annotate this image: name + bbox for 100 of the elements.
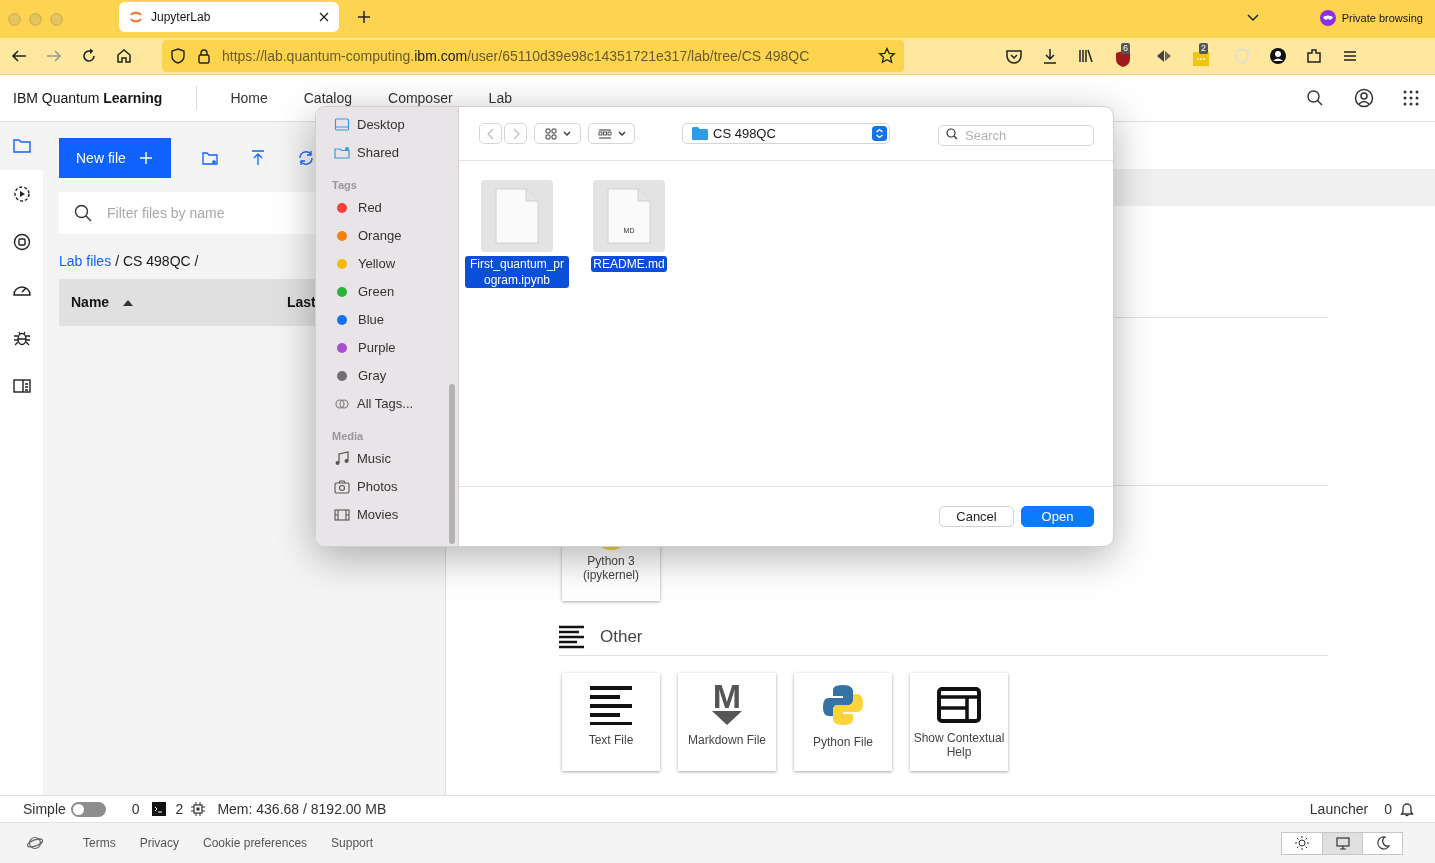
side-panel-icon[interactable] bbox=[11, 376, 32, 396]
library-icon[interactable] bbox=[1077, 47, 1095, 65]
shared-folder-icon bbox=[334, 145, 350, 161]
document-icon bbox=[607, 188, 651, 244]
search-field[interactable]: Search bbox=[938, 125, 1094, 146]
sidebar-item[interactable]: Photos bbox=[316, 473, 458, 501]
note-extension-button[interactable]: 2 bbox=[1191, 43, 1215, 69]
sidebar-item[interactable]: Yellow bbox=[316, 250, 458, 278]
theme-toggle-button[interactable] bbox=[1282, 832, 1322, 854]
new-tab-icon[interactable] bbox=[357, 10, 371, 24]
sidebar-item[interactable]: Shared bbox=[316, 139, 458, 167]
sun-icon bbox=[1294, 835, 1310, 851]
sidebar-item[interactable]: Green bbox=[316, 278, 458, 306]
folder-icon[interactable] bbox=[11, 136, 32, 156]
sidebar-heading: Tags bbox=[331, 178, 358, 193]
account-icon[interactable] bbox=[1269, 47, 1287, 65]
search-icon[interactable] bbox=[1306, 89, 1324, 107]
moon-icon bbox=[1374, 835, 1391, 851]
breadcrumb-link[interactable]: Lab files bbox=[59, 251, 112, 269]
app-grid-icon[interactable] bbox=[1402, 89, 1420, 107]
folder-dropdown[interactable]: CS 498QC bbox=[682, 123, 890, 144]
column-header[interactable]: Name bbox=[71, 292, 110, 313]
kernel-count: 2 bbox=[175, 799, 184, 819]
nav-link[interactable]: Lab bbox=[488, 87, 512, 109]
sort-up-icon[interactable] bbox=[123, 299, 134, 306]
new-folder-icon[interactable] bbox=[201, 149, 219, 167]
close-icon[interactable] bbox=[319, 12, 329, 22]
theme-toggle-button[interactable] bbox=[1362, 832, 1402, 854]
shield-icon bbox=[170, 48, 186, 64]
layout-icon bbox=[937, 686, 981, 723]
shield-extension-button[interactable]: 6 bbox=[1113, 43, 1137, 69]
refresh-icon[interactable] bbox=[297, 149, 315, 167]
icon-view-button[interactable] bbox=[534, 123, 581, 144]
monitor-icon bbox=[1334, 835, 1351, 851]
footer-link[interactable]: Terms bbox=[83, 834, 116, 852]
private-browsing-label: Private browsing bbox=[1341, 10, 1423, 26]
theme-toggle-button[interactable] bbox=[1322, 832, 1362, 854]
chip-icon[interactable] bbox=[191, 802, 206, 816]
sidebar-item[interactable]: Music bbox=[316, 445, 458, 473]
new-file-button[interactable]: New file bbox=[59, 138, 171, 178]
reload-icon[interactable] bbox=[80, 47, 98, 65]
pocket-icon[interactable] bbox=[1005, 47, 1023, 65]
section-title: Other bbox=[600, 626, 643, 648]
python-logo-icon bbox=[821, 682, 865, 727]
card-label: Text File bbox=[587, 732, 635, 747]
file-name[interactable]: First_quantum_program.ipynb bbox=[465, 256, 569, 288]
theme-switcher[interactable] bbox=[1281, 831, 1403, 855]
address-bar[interactable]: https://lab.quantum-computing.ibm.com/user/65110d39e98c14351721e317/lab/tree/CS 498QC bbox=[162, 40, 904, 72]
footer-link[interactable]: Support bbox=[331, 834, 374, 852]
sidebar-item[interactable]: Purple bbox=[316, 334, 458, 362]
note-extension-icon bbox=[1191, 49, 1211, 69]
open-button[interactable]: Open bbox=[1021, 506, 1094, 527]
terminal-count: 0 bbox=[131, 799, 140, 819]
card-label: Show Contextual Help bbox=[912, 730, 1006, 759]
simple-mode-toggle[interactable] bbox=[70, 801, 106, 817]
cancel-button[interactable]: Cancel bbox=[939, 506, 1014, 527]
sidebar-item[interactable]: Movies bbox=[316, 501, 458, 529]
lock-icon bbox=[196, 48, 212, 64]
status-label: Launcher bbox=[1309, 799, 1369, 819]
browser-tab[interactable]: JupyterLab bbox=[119, 2, 339, 32]
download-icon[interactable] bbox=[1041, 47, 1059, 65]
file-name[interactable]: README.md bbox=[591, 256, 667, 272]
nav-link[interactable]: Catalog bbox=[303, 87, 352, 109]
footer-link[interactable]: Cookie preferences bbox=[203, 834, 308, 852]
running-icon[interactable] bbox=[11, 184, 32, 204]
scrollbar-thumb[interactable] bbox=[449, 384, 455, 544]
column-header[interactable]: Last bbox=[287, 292, 316, 313]
bell-icon[interactable] bbox=[1399, 801, 1415, 817]
terminal-icon[interactable] bbox=[151, 802, 166, 816]
document-icon bbox=[495, 188, 539, 244]
brand-name: IBM Quantum Learning bbox=[0, 86, 198, 110]
group-view-button[interactable] bbox=[588, 123, 635, 144]
extensions-icon[interactable] bbox=[1305, 47, 1323, 65]
film-icon bbox=[334, 507, 350, 523]
tab-title: JupyterLab bbox=[151, 9, 212, 26]
launcher-card[interactable]: Text File bbox=[562, 672, 660, 771]
nav-link[interactable]: Composer bbox=[388, 87, 453, 109]
launcher-card[interactable]: Python File bbox=[794, 672, 892, 771]
notification-count: 0 bbox=[1384, 799, 1392, 819]
nav-link[interactable]: Home bbox=[230, 87, 268, 109]
card-label: Python File bbox=[812, 734, 874, 749]
lines-icon bbox=[590, 684, 632, 725]
display-icon bbox=[334, 117, 350, 133]
stop-circle-icon[interactable] bbox=[11, 232, 32, 252]
sidebar-heading: Media bbox=[331, 429, 365, 444]
user-icon[interactable] bbox=[1354, 88, 1374, 108]
launcher-card[interactable]: M Markdown File bbox=[678, 672, 776, 771]
sidebar-item[interactable]: Desktop bbox=[316, 111, 458, 139]
upload-icon[interactable] bbox=[249, 149, 267, 167]
markdown-icon: M bbox=[712, 680, 742, 725]
chevron-right-icon bbox=[511, 127, 520, 140]
star-icon[interactable] bbox=[878, 47, 896, 65]
footer-link[interactable]: Privacy bbox=[139, 834, 179, 852]
sidebar-item[interactable]: Gray bbox=[316, 362, 458, 390]
sidebar-item[interactable]: All Tags... bbox=[316, 390, 458, 418]
mode-label: Simple bbox=[23, 799, 66, 819]
extension-badge: 6 bbox=[1121, 43, 1130, 54]
sidebar-item[interactable]: Blue bbox=[316, 306, 458, 334]
home-icon[interactable] bbox=[115, 47, 133, 65]
launcher-card[interactable]: Show Contextual Help bbox=[910, 672, 1008, 771]
